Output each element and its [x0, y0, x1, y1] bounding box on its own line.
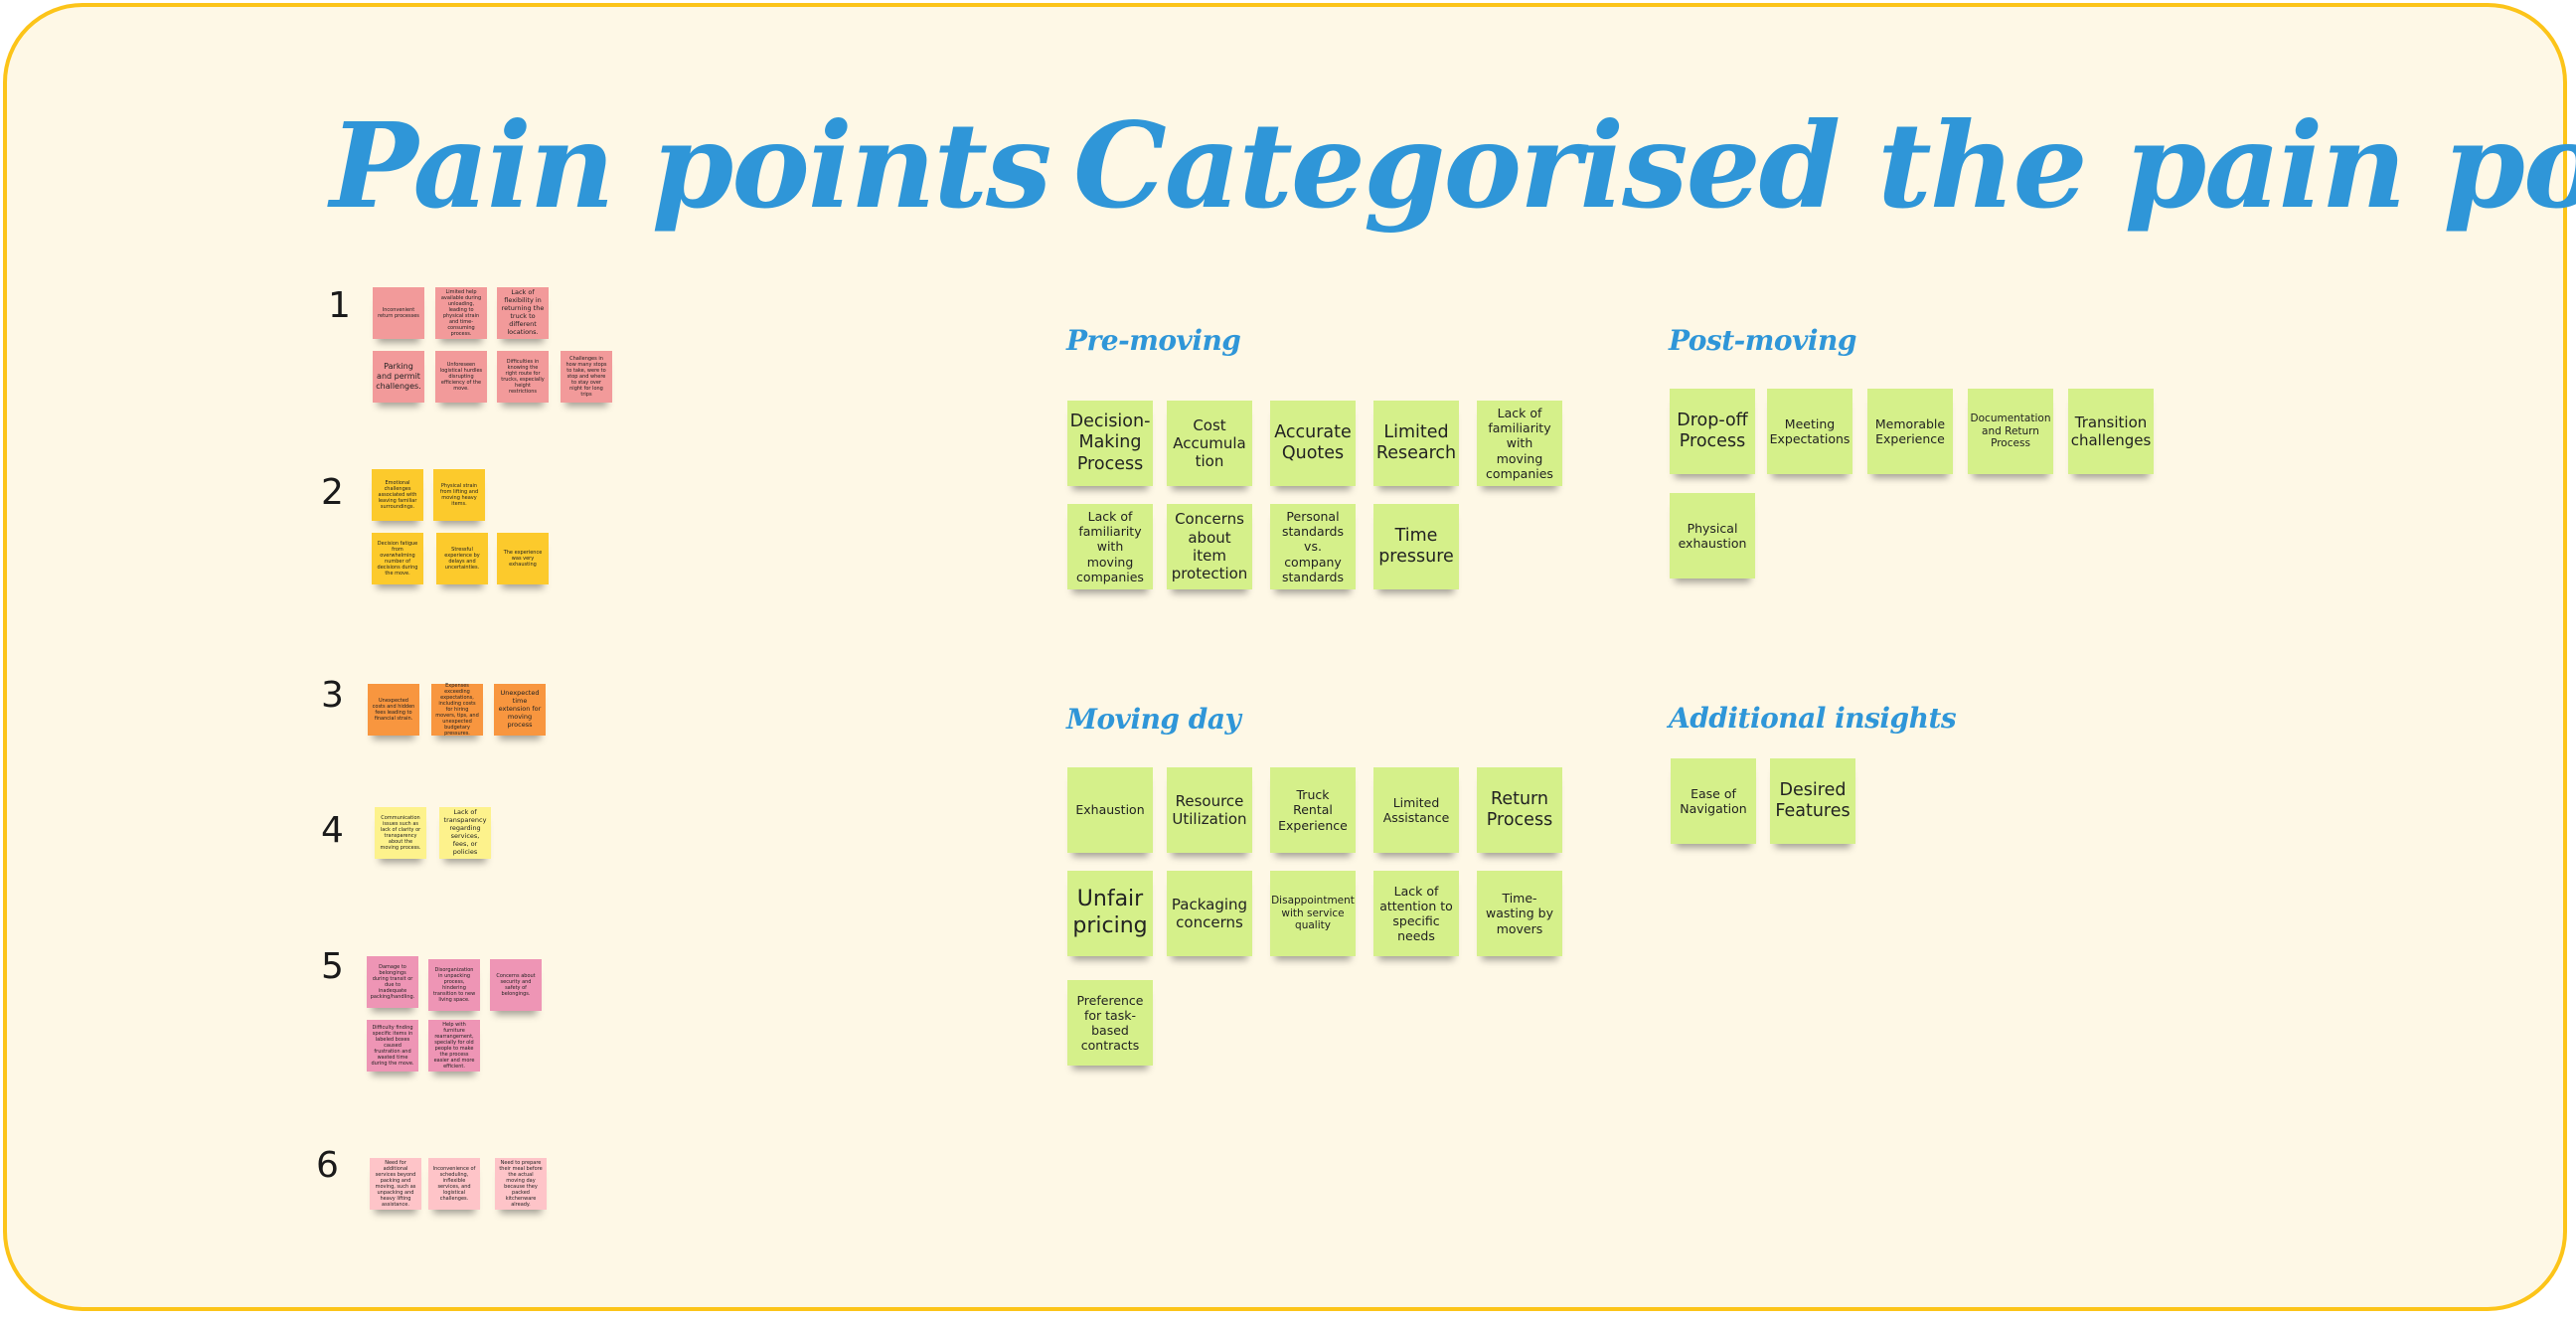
sticky-note[interactable]: Emotional challenges associated with lea… [372, 469, 423, 521]
section-title-moving-day: Moving day [1066, 703, 1241, 736]
sticky-note[interactable]: Stressful experience by delays and uncer… [436, 533, 488, 584]
sticky-note[interactable]: Disappointment with service quality [1270, 871, 1356, 956]
sticky-note[interactable]: Drop-off Process [1670, 389, 1755, 474]
sticky-note[interactable]: Physical exhaustion [1670, 493, 1755, 578]
sticky-note[interactable]: Time-wasting by movers [1477, 871, 1562, 956]
sticky-note[interactable]: Cost Accumula tion [1167, 401, 1252, 486]
sticky-note[interactable]: Difficulties in knowing the right route … [497, 351, 549, 403]
sticky-note[interactable]: Personal standards vs. company standards [1270, 504, 1356, 589]
sticky-note[interactable]: Exhaustion [1067, 767, 1153, 853]
sticky-note[interactable]: Meeting Expectations [1767, 389, 1852, 474]
sticky-note[interactable]: Documentation and Return Process [1968, 389, 2053, 474]
sticky-note[interactable]: Need to prepare their meal before the ac… [495, 1158, 547, 1210]
sticky-note[interactable]: Truck Rental Experience [1270, 767, 1356, 853]
sticky-note[interactable]: Lack of familiarity with moving companie… [1477, 401, 1562, 486]
sticky-note[interactable]: Challenges in how many stops to take, we… [561, 351, 612, 403]
sticky-note[interactable]: Lack of flexibility in returning the tru… [497, 287, 549, 339]
sticky-note[interactable]: Unforeseen logistical hurdles disrupting… [435, 351, 487, 403]
sticky-note[interactable]: Lack of familiarity with moving companie… [1067, 504, 1153, 589]
sticky-note[interactable]: Desired Features [1770, 758, 1855, 844]
sticky-note[interactable]: Decision fatigue from overwhelming numbe… [372, 533, 423, 584]
sticky-note[interactable]: Physical strain from lifting and moving … [433, 469, 485, 521]
sticky-note[interactable]: Packaging concerns [1167, 871, 1252, 956]
group-number-5: 5 [321, 946, 344, 987]
sticky-note[interactable]: Unfair pricing [1067, 871, 1153, 956]
sticky-note[interactable]: Memorable Experience [1867, 389, 1953, 474]
sticky-note[interactable]: Preference for task-based contracts [1067, 980, 1153, 1066]
group-number-4: 4 [321, 810, 344, 851]
sticky-note[interactable]: Lack of attention to specific needs [1373, 871, 1459, 956]
section-title-additional-insights: Additional insights [1669, 702, 1957, 735]
sticky-note[interactable]: Parking and permit challenges. [373, 351, 424, 403]
section-title-post-moving: Post-moving [1669, 324, 1856, 357]
sticky-note[interactable]: Concerns about security and safety of be… [490, 959, 542, 1011]
sticky-note[interactable]: Inconvenient return processes [373, 287, 424, 339]
sticky-note[interactable]: Unexpected costs and hidden fees leading… [368, 684, 419, 736]
sticky-note[interactable]: The experience was very exhausting [497, 533, 549, 584]
sticky-note[interactable]: Accurate Quotes [1270, 401, 1356, 486]
sticky-note[interactable]: Return Process [1477, 767, 1562, 853]
group-number-3: 3 [321, 675, 344, 716]
sticky-note[interactable]: Limited help available during unloading,… [435, 287, 487, 339]
sticky-note[interactable]: Expenses exceeding expectations, includi… [431, 683, 483, 737]
sticky-note[interactable]: Inconvenience of scheduling, inflexible … [428, 1158, 480, 1210]
sticky-note[interactable]: Lack of transparency regarding services,… [439, 807, 491, 859]
sticky-note[interactable]: Damage to belongings during transit or d… [367, 956, 418, 1008]
sticky-note[interactable]: Communication issues such as lack of cla… [375, 807, 426, 859]
sticky-note[interactable]: Decision-Making Process [1067, 401, 1153, 486]
categorised-title: Categorised the pain points [1073, 96, 2576, 235]
sticky-note[interactable]: Difficulty finding specific items in lab… [367, 1020, 418, 1072]
sticky-note[interactable]: Ease of Navigation [1671, 758, 1756, 844]
sticky-note[interactable]: Unexpected time extension for moving pro… [494, 684, 546, 736]
sticky-note[interactable]: Limited Research [1373, 401, 1459, 486]
sticky-note[interactable]: Limited Assistance [1373, 767, 1459, 853]
sticky-note[interactable]: Concerns about item protection [1167, 504, 1252, 589]
sticky-note[interactable]: Disorganization in unpacking process, hi… [428, 959, 480, 1011]
group-number-6: 6 [316, 1145, 339, 1186]
sticky-note[interactable]: Help with furniture rearrangement, speci… [428, 1020, 480, 1072]
sticky-note[interactable]: Transition challenges [2068, 389, 2154, 474]
group-number-2: 2 [321, 472, 344, 513]
pain-points-title: Pain points [330, 96, 1051, 235]
group-number-1: 1 [328, 285, 351, 326]
section-title-pre-moving: Pre-moving [1066, 324, 1241, 357]
sticky-note[interactable]: Need for additional services beyond pack… [370, 1158, 421, 1210]
sticky-note[interactable]: Time pressure [1373, 504, 1459, 589]
sticky-note[interactable]: Resource Utilization [1167, 767, 1252, 853]
